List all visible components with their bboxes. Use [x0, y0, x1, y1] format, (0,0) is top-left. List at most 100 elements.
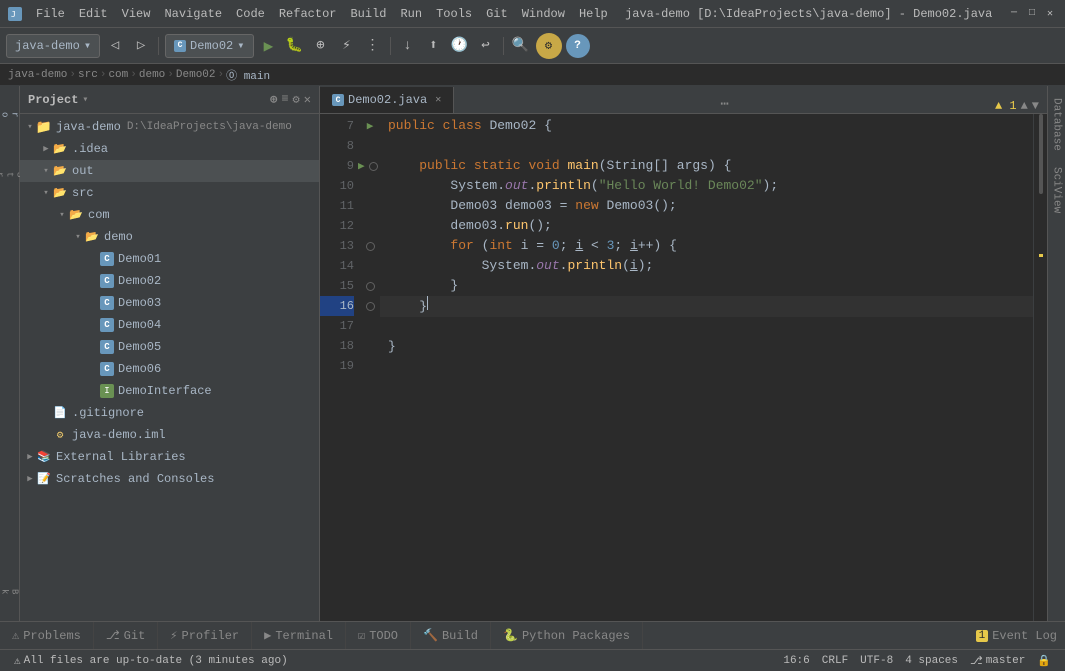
code-content[interactable]: public class Demo02 { public static void… — [380, 114, 1033, 621]
tree-item-iml[interactable]: ⚙ java-demo.iml — [20, 424, 319, 446]
tree-item-gitignore[interactable]: 📄 .gitignore — [20, 402, 319, 424]
run-config-selector[interactable]: C Demo02 ▾ — [165, 34, 253, 58]
tree-item-demo05[interactable]: C Demo05 — [20, 336, 319, 358]
menu-refactor[interactable]: Refactor — [273, 5, 343, 23]
breadcrumb: java-demo › src › com › demo › Demo02 › … — [0, 64, 1065, 86]
menu-run[interactable]: Run — [394, 5, 428, 23]
expand-warnings-button[interactable]: ▲ — [1021, 99, 1028, 113]
breadcrumb-demo[interactable]: demo — [139, 69, 165, 81]
bottom-tab-python[interactable]: 🐍 Python Packages — [491, 622, 643, 650]
status-vcs[interactable]: ⚠ All files are up-to-date (3 minutes ag… — [8, 654, 294, 668]
tree-label-demo06: Demo06 — [118, 362, 161, 376]
menu-edit[interactable]: Edit — [73, 5, 114, 23]
debug-button[interactable]: 🐛 — [284, 35, 306, 57]
right-sidebar-sciview[interactable]: SciView — [1049, 159, 1065, 221]
menu-tools[interactable]: Tools — [430, 5, 478, 23]
panel-collapse-icon[interactable]: ≡ — [281, 92, 288, 107]
undo-button[interactable]: ↩ — [475, 35, 497, 57]
activity-structure[interactable]: Str — [1, 150, 19, 200]
breadcrumb-src[interactable]: src — [78, 69, 98, 81]
git-history-button[interactable]: 🕐 — [449, 35, 471, 57]
bottom-tab-profiler[interactable]: ⚡ Profiler — [158, 622, 252, 650]
help-button[interactable]: ? — [566, 34, 590, 58]
tree-item-out[interactable]: ▾ 📂 out — [20, 160, 319, 182]
tree-item-demo03[interactable]: C Demo03 — [20, 292, 319, 314]
terminal-label: Terminal — [275, 629, 333, 643]
gutter-10 — [360, 176, 380, 196]
breadcrumb-com[interactable]: com — [108, 69, 128, 81]
tree-item-demo06[interactable]: C Demo06 — [20, 358, 319, 380]
search-button[interactable]: 🔍 — [510, 35, 532, 57]
close-button[interactable]: ✕ — [1043, 7, 1057, 21]
menu-navigate[interactable]: Navigate — [158, 5, 228, 23]
file-icon-gitignore: 📄 — [52, 405, 68, 421]
settings-button[interactable]: ⚙ — [536, 33, 562, 59]
status-git-branch[interactable]: ⎇ master — [964, 654, 1031, 668]
menu-window[interactable]: Window — [516, 5, 571, 23]
tab-overflow-button[interactable]: ⋯ — [712, 96, 736, 113]
tree-item-java-demo[interactable]: ▾ 📁 java-demo D:\IdeaProjects\java-demo — [20, 116, 319, 138]
git-update-button[interactable]: ↓ — [397, 35, 419, 57]
window-controls[interactable]: ─ □ ✕ — [1007, 7, 1057, 21]
bottom-tab-build[interactable]: 🔨 Build — [411, 622, 491, 650]
tab-close-button[interactable]: ✕ — [435, 94, 441, 106]
tree-item-demo[interactable]: ▾ 📂 demo — [20, 226, 319, 248]
menu-help[interactable]: Help — [573, 5, 614, 23]
tree-item-scratches[interactable]: ▶ 📝 Scratches and Consoles — [20, 468, 319, 490]
tree-item-demo04[interactable]: C Demo04 — [20, 314, 319, 336]
menu-code[interactable]: Code — [230, 5, 271, 23]
event-log-button[interactable]: 1 Event Log — [968, 629, 1065, 643]
breadcrumb-method[interactable]: ⓪ main — [226, 67, 270, 83]
run-button[interactable]: ▶ — [258, 35, 280, 57]
panel-settings-icon[interactable]: ⚙ — [293, 92, 300, 107]
folder-icon-external: 📚 — [36, 449, 52, 465]
status-indent[interactable]: 4 spaces — [899, 655, 964, 667]
minimize-button[interactable]: ─ — [1007, 7, 1021, 21]
bottom-tab-todo[interactable]: ☑ TODO — [346, 622, 411, 650]
tree-item-demo02[interactable]: C Demo02 — [20, 270, 319, 292]
editor-scrollbar[interactable] — [1033, 114, 1047, 621]
panel-locate-icon[interactable]: ⊕ — [270, 92, 277, 107]
activity-bookmarks[interactable]: Bk — [1, 567, 19, 617]
tree-label-com: com — [88, 208, 110, 222]
project-selector[interactable]: java-demo ▾ — [6, 34, 100, 58]
status-lock[interactable]: 🔒 — [1031, 654, 1057, 668]
tree-item-src[interactable]: ▾ 📂 src — [20, 182, 319, 204]
tree-item-demointerface[interactable]: I DemoInterface — [20, 380, 319, 402]
tree-item-demo01[interactable]: C Demo01 — [20, 248, 319, 270]
menu-build[interactable]: Build — [344, 5, 392, 23]
scrollbar-thumb[interactable] — [1039, 114, 1043, 194]
menu-file[interactable]: File — [30, 5, 71, 23]
editor-tab-demo02[interactable]: C Demo02.java ✕ — [320, 87, 454, 113]
nav-back-button[interactable]: ◁ — [104, 35, 126, 57]
tree-item-idea[interactable]: ▶ 📂 .idea — [20, 138, 319, 160]
activity-project[interactable]: Proj — [1, 90, 19, 140]
tree-item-com[interactable]: ▾ 📂 com — [20, 204, 319, 226]
nav-forward-button[interactable]: ▷ — [130, 35, 152, 57]
panel-close-icon[interactable]: ✕ — [304, 92, 311, 107]
tree-arrow-scratches: ▶ — [24, 474, 36, 484]
profile-button[interactable]: ⚡ — [336, 35, 358, 57]
breadcrumb-class[interactable]: Demo02 — [176, 69, 216, 81]
bottom-tab-terminal[interactable]: ▶ Terminal — [252, 622, 346, 650]
bottom-tab-git[interactable]: ⎇ Git — [94, 622, 158, 650]
maximize-button[interactable]: □ — [1025, 7, 1039, 21]
bottom-tab-problems[interactable]: ⚠ Problems — [0, 622, 94, 650]
menu-bar[interactable]: File Edit View Navigate Code Refactor Bu… — [30, 5, 614, 23]
gutter-9: ▶ — [360, 156, 380, 176]
menu-git[interactable]: Git — [480, 5, 514, 23]
more-run-button[interactable]: ⋮ — [362, 35, 384, 57]
menu-view[interactable]: View — [116, 5, 157, 23]
problems-label: Problems — [23, 629, 81, 643]
right-sidebar-database[interactable]: Database — [1049, 90, 1065, 159]
status-line-ending[interactable]: CRLF — [816, 655, 854, 667]
status-encoding[interactable]: UTF-8 — [854, 655, 899, 667]
status-position[interactable]: 16:6 — [777, 655, 815, 667]
panel-dropdown[interactable]: ▾ — [82, 94, 88, 106]
breadcrumb-project[interactable]: java-demo — [8, 69, 67, 81]
run-with-coverage-button[interactable]: ⊕ — [310, 35, 332, 57]
git-push-button[interactable]: ⬆ — [423, 35, 445, 57]
tree-item-external[interactable]: ▶ 📚 External Libraries — [20, 446, 319, 468]
editor[interactable]: 7 8 9 10 11 12 13 14 15 16 17 18 19 ▶ — [320, 114, 1047, 621]
collapse-warnings-button[interactable]: ▼ — [1032, 99, 1039, 113]
